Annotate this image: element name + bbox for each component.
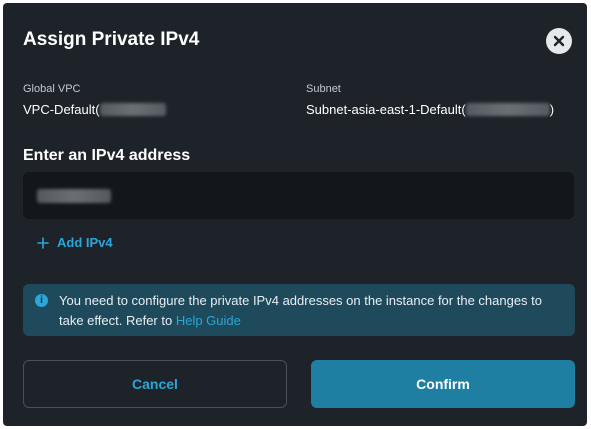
ipv4-section-title: Enter an IPv4 address <box>23 147 191 164</box>
plus-icon <box>37 236 49 249</box>
redacted-ipv4-value <box>37 188 111 203</box>
subnet-value: Subnet-asia-east-1-Default( ) <box>306 102 554 117</box>
redacted-vpc-id <box>99 103 166 116</box>
subnet-label: Subnet <box>306 83 341 95</box>
notice-text: You need to configure the private IPv4 a… <box>59 293 543 328</box>
help-guide-link[interactable]: Help Guide <box>176 313 241 328</box>
subnet-value-suffix: ) <box>549 102 555 117</box>
subnet-value-text: Subnet-asia-east-1-Default( <box>306 102 466 117</box>
add-ipv4-label: Add IPv4 <box>57 235 113 250</box>
assign-private-ipv4-dialog: Assign Private IPv4 Global VPC VPC-Defau… <box>3 3 587 426</box>
redacted-subnet-id <box>465 103 550 116</box>
global-vpc-value-text: VPC-Default( <box>23 102 100 117</box>
ipv4-address-input[interactable] <box>23 172 574 219</box>
close-button[interactable] <box>546 28 572 54</box>
info-icon: i <box>35 294 48 307</box>
dialog-title: Assign Private IPv4 <box>23 29 200 50</box>
global-vpc-label: Global VPC <box>23 83 81 95</box>
confirm-label: Confirm <box>416 376 470 392</box>
info-notice: i You need to configure the private IPv4… <box>23 284 575 336</box>
confirm-button[interactable]: Confirm <box>311 360 575 408</box>
close-icon <box>553 35 565 47</box>
cancel-label: Cancel <box>132 376 178 392</box>
add-ipv4-button[interactable]: Add IPv4 <box>37 235 113 250</box>
cancel-button[interactable]: Cancel <box>23 360 287 408</box>
global-vpc-value: VPC-Default( <box>23 102 166 117</box>
